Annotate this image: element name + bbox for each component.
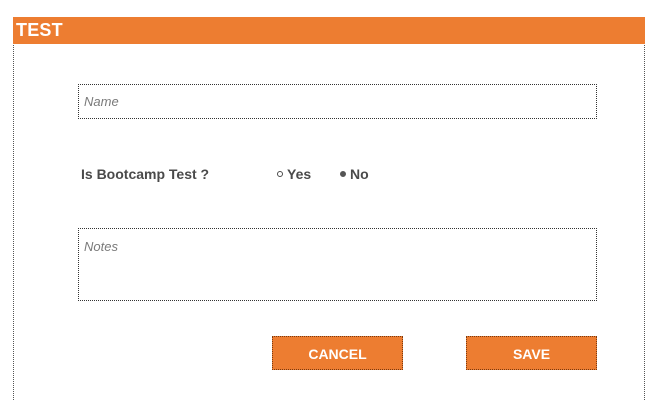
bootcamp-question-label: Is Bootcamp Test ? (81, 166, 210, 182)
notes-input[interactable]: Notes (78, 228, 597, 301)
radio-yes-label: Yes (287, 166, 312, 182)
cancel-button[interactable]: CANCEL (272, 336, 403, 370)
dialog-title: TEST (13, 17, 645, 44)
radio-selected-icon (340, 171, 346, 177)
radio-no[interactable]: No (340, 165, 369, 183)
radio-no-label: No (350, 166, 369, 182)
name-input[interactable]: Name (78, 84, 597, 119)
save-button[interactable]: SAVE (466, 336, 597, 370)
radio-unselected-icon (277, 171, 283, 177)
radio-yes[interactable]: Yes (277, 165, 311, 183)
